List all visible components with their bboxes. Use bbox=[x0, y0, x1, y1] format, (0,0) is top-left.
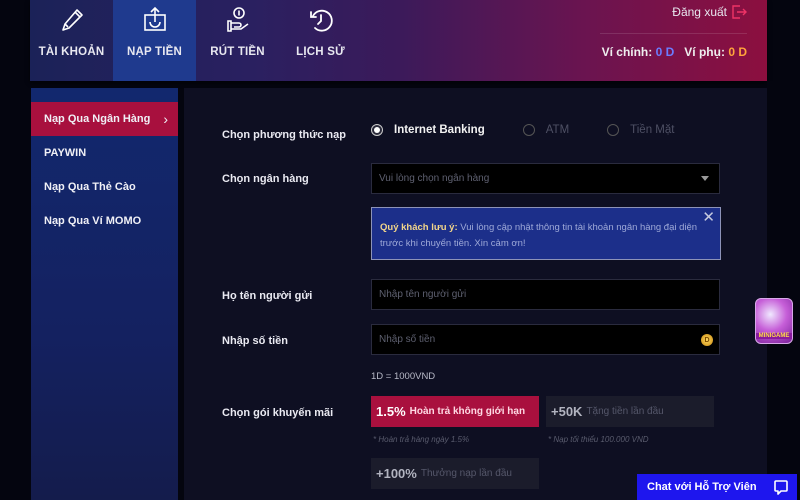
history-clock-icon bbox=[309, 9, 333, 32]
coin-icon: D bbox=[701, 334, 713, 346]
sub-wallet-value: 0 D bbox=[728, 45, 747, 59]
radio-atm[interactable]: ATM bbox=[522, 124, 570, 136]
deposit-icon bbox=[143, 6, 166, 31]
bank-select[interactable]: Vui lòng chọn ngân hàng bbox=[371, 163, 720, 194]
main-wallet: Ví chính: 0 D bbox=[602, 45, 675, 59]
promo-option-50k[interactable]: +50K Tặng tiền lần đầu bbox=[546, 396, 714, 427]
wallet-balances: Ví chính: 0 D Ví phụ: 0 D bbox=[602, 45, 747, 59]
promo-note: * Hoàn trả hàng ngày 1.5% bbox=[373, 435, 470, 444]
sidebar-item-paywin[interactable]: PAYWIN bbox=[31, 136, 178, 170]
chat-label: Chat với Hỗ Trợ Viên bbox=[647, 481, 757, 493]
radio-label: Tiền Mặt bbox=[630, 124, 675, 136]
radio-dot bbox=[522, 124, 535, 136]
nav-tab-history[interactable]: LỊCH SỬ bbox=[279, 0, 362, 81]
chevron-down-icon bbox=[701, 176, 709, 181]
amount-field[interactable]: D bbox=[371, 324, 720, 355]
withdraw-hand-coin-icon bbox=[226, 7, 248, 32]
bank-label: Chọn ngân hàng bbox=[222, 173, 309, 185]
pencil-icon bbox=[61, 9, 83, 31]
nav-tab-label: TÀI KHOẢN bbox=[38, 46, 105, 58]
top-navigation-bar: TÀI KHOẢN NẠP TIỀN RÚT TIỀN LỊCH SỬ Đăng… bbox=[30, 0, 767, 81]
close-icon[interactable]: ✕ bbox=[702, 210, 715, 226]
sidebar-item-momo[interactable]: Nạp Qua Ví MOMO bbox=[31, 204, 178, 238]
logout-label: Đăng xuất bbox=[672, 5, 727, 19]
main-wallet-label: Ví chính: bbox=[601, 45, 653, 59]
radio-cash[interactable]: Tiền Mặt bbox=[607, 124, 674, 136]
promo-note: * Nạp tối thiểu 100.000 VND bbox=[548, 435, 649, 444]
sidebar-item-label: Nạp Qua Ngân Hàng bbox=[44, 113, 151, 125]
nav-tab-label: RÚT TIỀN bbox=[210, 46, 265, 58]
nav-tab-withdraw[interactable]: RÚT TIỀN bbox=[196, 0, 279, 81]
promo-desc: Hoàn trả không giới hạn bbox=[409, 406, 526, 417]
sender-label: Họ tên người gửi bbox=[222, 290, 313, 302]
promo-option-cashback[interactable]: 1.5% Hoàn trả không giới hạn bbox=[371, 396, 539, 427]
method-radio-group: Internet Banking ATM Tiền Mặt bbox=[371, 124, 712, 136]
nav-tab-label: LỊCH SỬ bbox=[296, 46, 345, 58]
promo-value: +100% bbox=[376, 466, 417, 481]
radio-dot bbox=[371, 124, 383, 136]
radio-label: Internet Banking bbox=[394, 124, 485, 136]
right-gutter bbox=[767, 81, 800, 500]
sender-name-field[interactable] bbox=[371, 279, 720, 310]
logout-icon bbox=[732, 5, 747, 19]
radio-label: ATM bbox=[545, 124, 570, 136]
sidebar-item-label: Nạp Qua Thẻ Cào bbox=[44, 181, 136, 193]
sidebar-item-label: Nạp Qua Ví MOMO bbox=[44, 215, 142, 227]
notice-banner: Quý khách lưu ý: Vui lòng cập nhật thông… bbox=[371, 207, 721, 260]
sub-wallet-label: Ví phụ: bbox=[684, 45, 725, 59]
promo-desc: Thưởng nạp lần đầu bbox=[420, 468, 512, 479]
sub-wallet: Ví phụ: 0 D bbox=[684, 45, 747, 59]
minigame-label: MINIGAME bbox=[756, 333, 792, 339]
promo-value: +50K bbox=[551, 404, 583, 419]
amount-input[interactable] bbox=[379, 334, 679, 345]
nav-tab-account[interactable]: TÀI KHOẢN bbox=[30, 0, 113, 81]
sidebar-item-label: PAYWIN bbox=[44, 147, 87, 159]
exchange-rate: 1D = 1000VND bbox=[371, 371, 436, 382]
sidebar-item-bank[interactable]: Nạp Qua Ngân Hàng › bbox=[31, 102, 178, 136]
method-label: Chọn phương thức nạp bbox=[222, 129, 346, 141]
chat-bubble-icon bbox=[774, 480, 788, 495]
promo-desc: Tặng tiền lần đầu bbox=[586, 406, 664, 417]
promo-label: Chọn gói khuyến mãi bbox=[222, 407, 334, 419]
chat-support-button[interactable]: Chat với Hỗ Trợ Viên bbox=[637, 474, 797, 500]
promo-value: 1.5% bbox=[376, 404, 406, 419]
sender-name-input[interactable] bbox=[379, 289, 679, 300]
notice-title: Quý khách lưu ý: bbox=[380, 222, 458, 233]
nav-tab-label: NẠP TIỀN bbox=[126, 46, 183, 58]
deposit-form-panel: Chọn phương thức nạp Internet Banking AT… bbox=[184, 88, 767, 500]
nav-tab-deposit[interactable]: NẠP TIỀN bbox=[113, 0, 196, 81]
deposit-method-sidebar: Nạp Qua Ngân Hàng › PAYWIN Nạp Qua Thẻ C… bbox=[31, 88, 178, 500]
bank-select-placeholder: Vui lòng chọn ngân hàng bbox=[379, 173, 490, 184]
main-wallet-value: 0 D bbox=[655, 45, 675, 59]
promo-option-100-percent[interactable]: +100% Thưởng nạp lần đầu bbox=[371, 458, 539, 489]
radio-dot bbox=[607, 124, 620, 136]
minigame-button[interactable]: MINIGAME bbox=[755, 298, 793, 344]
chevron-right-icon: › bbox=[163, 111, 168, 127]
header-divider bbox=[600, 33, 747, 34]
sidebar-item-card[interactable]: Nạp Qua Thẻ Cào bbox=[31, 170, 178, 204]
main-nav: TÀI KHOẢN NẠP TIỀN RÚT TIỀN LỊCH SỬ bbox=[30, 0, 362, 81]
amount-label: Nhập số tiền bbox=[222, 335, 289, 347]
logout-button[interactable]: Đăng xuất bbox=[672, 4, 747, 20]
radio-internet-banking[interactable]: Internet Banking bbox=[371, 124, 485, 136]
